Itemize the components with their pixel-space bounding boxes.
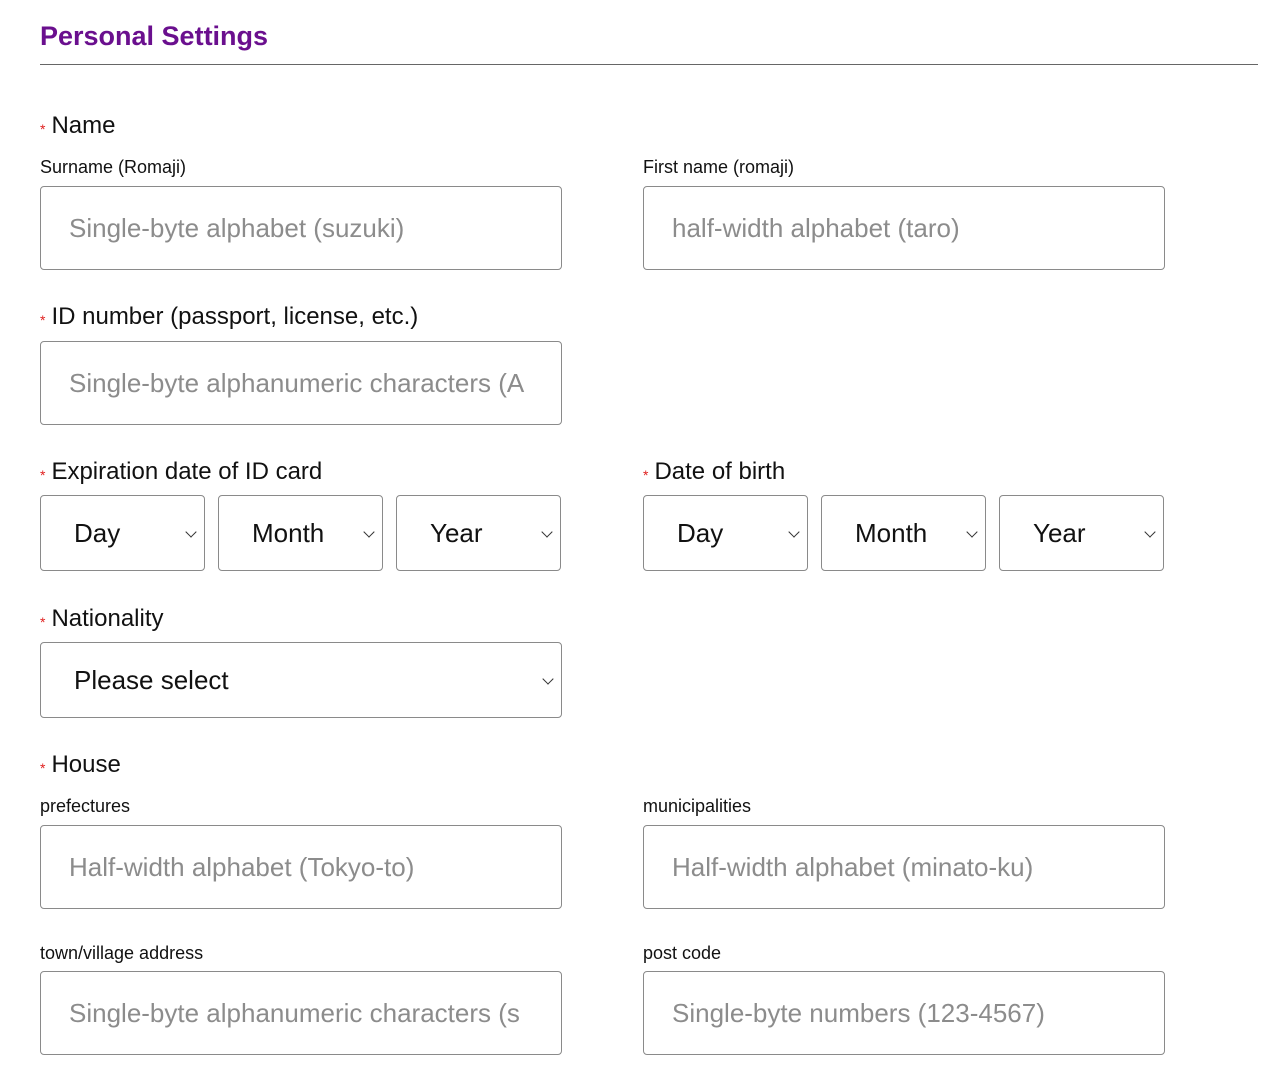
expiration-month-value: Month <box>252 518 325 548</box>
birth-month-select[interactable]: Month <box>821 495 986 571</box>
id-number-section-label: * ID number (passport, license, etc.) <box>40 302 418 335</box>
expiration-year-value: Year <box>430 518 483 548</box>
birth-label-text: Date of birth <box>654 458 786 485</box>
chevron-down-icon <box>788 526 800 538</box>
id-number-label-text: ID number (passport, license, etc.) <box>51 303 419 330</box>
prefectures-input[interactable] <box>40 825 562 909</box>
chevron-down-icon <box>1144 526 1156 538</box>
expiration-label-text: Expiration date of ID card <box>51 458 323 485</box>
town-address-input[interactable] <box>40 971 562 1055</box>
house-section-label: * House <box>40 750 121 783</box>
town-address-label: town/village address <box>40 943 204 963</box>
id-number-input[interactable] <box>40 341 562 425</box>
name-label-text: Name <box>51 112 116 139</box>
required-marker: * <box>40 467 46 483</box>
surname-input[interactable] <box>40 186 562 270</box>
page-title: Personal Settings <box>40 21 269 51</box>
first-name-label: First name (romaji) <box>643 157 795 177</box>
required-marker: * <box>643 467 649 483</box>
chevron-down-icon <box>542 673 554 685</box>
birth-year-value: Year <box>1033 518 1086 548</box>
birth-day-select[interactable]: Day <box>643 495 808 571</box>
required-marker: * <box>40 121 46 137</box>
chevron-down-icon <box>185 526 197 538</box>
birth-section-label: * Date of birth <box>643 457 785 490</box>
nationality-section-label: * Nationality <box>40 604 164 637</box>
municipalities-label: municipalities <box>643 796 752 816</box>
nationality-select[interactable]: Please select <box>40 642 562 718</box>
birth-month-value: Month <box>855 518 928 548</box>
postcode-input[interactable] <box>643 971 1165 1055</box>
nationality-value: Please select <box>74 665 229 695</box>
expiration-day-value: Day <box>74 518 121 548</box>
birth-day-value: Day <box>677 518 724 548</box>
expiration-month-select[interactable]: Month <box>218 495 383 571</box>
chevron-down-icon <box>541 526 553 538</box>
birth-year-select[interactable]: Year <box>999 495 1164 571</box>
nationality-label-text: Nationality <box>51 605 164 632</box>
expiration-year-select[interactable]: Year <box>396 495 561 571</box>
expiration-section-label: * Expiration date of ID card <box>40 457 322 490</box>
house-label-text: House <box>51 751 121 778</box>
required-marker: * <box>40 312 46 328</box>
name-section-label: * Name <box>40 111 115 144</box>
required-marker: * <box>40 760 46 776</box>
municipalities-input[interactable] <box>643 825 1165 909</box>
title-divider <box>40 64 1258 65</box>
required-marker: * <box>40 614 46 630</box>
prefectures-label: prefectures <box>40 796 131 816</box>
expiration-day-select[interactable]: Day <box>40 495 205 571</box>
chevron-down-icon <box>966 526 978 538</box>
postcode-label: post code <box>643 943 722 963</box>
surname-label: Surname (Romaji) <box>40 157 187 177</box>
first-name-input[interactable] <box>643 186 1165 270</box>
chevron-down-icon <box>363 526 375 538</box>
